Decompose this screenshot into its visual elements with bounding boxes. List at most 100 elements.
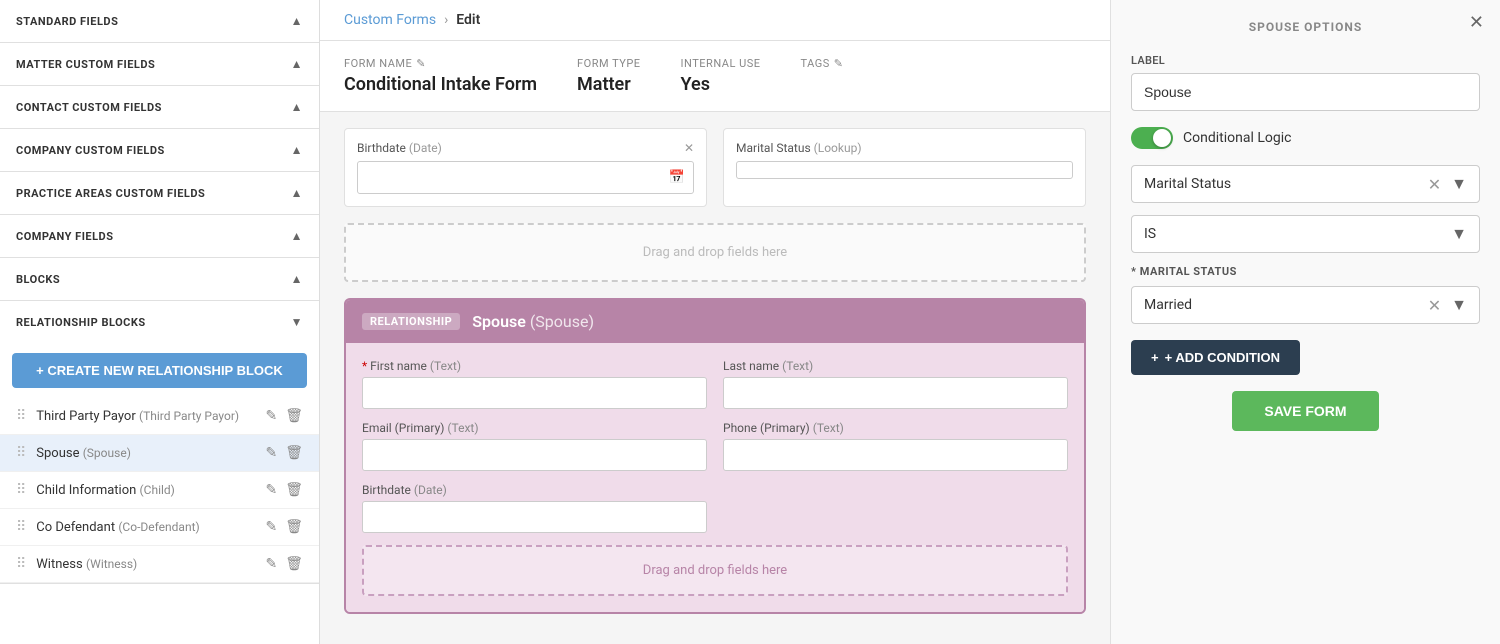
item-sub-third-party-payor: (Third Party Payor) [139, 409, 239, 423]
right-panel: ✕ SPOUSE OPTIONS LABEL Conditional Logic… [1110, 0, 1500, 644]
chevron-up-icon-company: ▲ [291, 143, 303, 157]
relationship-header-spouse: RELATIONSHIP Spouse (Spouse) [346, 300, 1084, 343]
birthdate-input[interactable]: 📅 [357, 161, 694, 194]
drag-handle-icon-witness: ⠿ [16, 556, 26, 572]
rel-field-first-name: * First name (Text) [362, 359, 707, 409]
delete-icon-third-party-payor[interactable]: 🗑 [285, 408, 303, 424]
first-name-input[interactable] [362, 377, 707, 409]
edit-icon-third-party-payor[interactable]: ✎ [265, 408, 277, 424]
add-condition-button[interactable]: + + ADD CONDITION [1131, 340, 1300, 375]
chevron-up-icon-practice: ▲ [291, 186, 303, 200]
sidebar-section-practice-areas-custom-fields: PRACTICE AREAS CUSTOM FIELDS ▲ [0, 172, 319, 215]
phone-label: Phone (Primary) [723, 421, 810, 435]
sidebar-item-standard-fields[interactable]: STANDARD FIELDS ▲ [0, 0, 319, 42]
item-sub-co-defendant: (Co-Defendant) [118, 520, 199, 534]
sidebar-label-blocks: BLOCKS [16, 273, 60, 286]
label-input[interactable] [1131, 73, 1480, 111]
relationship-title-spouse: Spouse (Spouse) [472, 312, 594, 331]
clear-married-icon[interactable]: ✕ [1428, 296, 1441, 315]
marital-status-input[interactable] [736, 161, 1073, 179]
breadcrumb-separator: › [444, 12, 448, 28]
conditional-logic-toggle[interactable] [1131, 127, 1173, 149]
internal-use-value: Yes [681, 74, 761, 95]
chevron-down-icon-condition[interactable]: ▼ [1451, 224, 1467, 244]
list-item-spouse[interactable]: ⠿ Spouse (Spouse) ✎ 🗑 [0, 435, 319, 472]
rel-drop-zone: Drag and drop fields here [362, 545, 1068, 596]
item-label-witness: Witness [36, 557, 82, 572]
rel-field-empty [723, 483, 1068, 533]
create-relationship-block-button[interactable]: + CREATE NEW RELATIONSHIP BLOCK [12, 353, 307, 388]
marital-status-select[interactable]: Marital Status ✕ ▼ [1131, 165, 1480, 203]
sidebar-item-practice-areas-custom-fields[interactable]: PRACTICE AREAS CUSTOM FIELDS ▲ [0, 172, 319, 214]
phone-input[interactable] [723, 439, 1068, 471]
tags-label: TAGS ✎ [801, 57, 844, 70]
form-type-value: Matter [577, 74, 641, 95]
sidebar-section-standard-fields: STANDARD FIELDS ▲ [0, 0, 319, 43]
save-form-button[interactable]: SAVE FORM [1232, 391, 1378, 431]
rel-field-row-name: * First name (Text) Last name (Text) [362, 359, 1068, 409]
edit-icon-witness[interactable]: ✎ [265, 556, 277, 572]
sidebar-item-company-fields[interactable]: COMPANY FIELDS ▲ [0, 215, 319, 257]
condition-operator-value: IS [1144, 226, 1156, 242]
email-label: Email (Primary) [362, 421, 444, 435]
meta-internal-use: INTERNAL USE Yes [681, 57, 761, 95]
list-item-co-defendant[interactable]: ⠿ Co Defendant (Co-Defendant) ✎ 🗑 [0, 509, 319, 546]
calendar-icon: 📅 [669, 170, 685, 185]
sidebar: STANDARD FIELDS ▲ MATTER CUSTOM FIELDS ▲… [0, 0, 320, 644]
rel-field-row-birthdate: Birthdate (Date) [362, 483, 1068, 533]
rel-birthdate-label: Birthdate [362, 483, 411, 497]
field-row-1: Birthdate (Date) ✕ 📅 Marital Status (Loo… [344, 128, 1086, 207]
married-select[interactable]: Married ✕ ▼ [1131, 286, 1480, 324]
meta-form-type: FORM TYPE Matter [577, 57, 641, 95]
close-button[interactable]: ✕ [1469, 12, 1484, 33]
sidebar-item-company-custom-fields[interactable]: COMPANY CUSTOM FIELDS ▲ [0, 129, 319, 171]
edit-icon-form-name[interactable]: ✎ [416, 57, 426, 70]
plus-icon: + [1151, 350, 1159, 365]
drop-zone-1: Drag and drop fields here [344, 223, 1086, 282]
item-label-spouse: Spouse [36, 446, 79, 461]
list-item-witness[interactable]: ⠿ Witness (Witness) ✎ 🗑 [0, 546, 319, 583]
edit-icon-co-defendant[interactable]: ✎ [265, 519, 277, 535]
list-item-third-party-payor[interactable]: ⠿ Third Party Payor (Third Party Payor) … [0, 398, 319, 435]
edit-icon-tags[interactable]: ✎ [834, 57, 844, 70]
form-meta: FORM NAME ✎ Conditional Intake Form FORM… [320, 41, 1110, 112]
chevron-down-icon-married[interactable]: ▼ [1451, 295, 1467, 315]
sidebar-item-blocks[interactable]: BLOCKS ▲ [0, 258, 319, 300]
form-type-label: FORM TYPE [577, 57, 641, 70]
email-input[interactable] [362, 439, 707, 471]
sidebar-label-standard-fields: STANDARD FIELDS [16, 15, 118, 28]
close-icon-birthdate[interactable]: ✕ [684, 141, 694, 155]
list-item-child-information[interactable]: ⠿ Child Information (Child) ✎ 🗑 [0, 472, 319, 509]
edit-icon-spouse[interactable]: ✎ [265, 445, 277, 461]
delete-icon-witness[interactable]: 🗑 [285, 556, 303, 572]
rel-field-last-name: Last name (Text) [723, 359, 1068, 409]
delete-icon-child[interactable]: 🗑 [285, 482, 303, 498]
sidebar-section-blocks: BLOCKS ▲ [0, 258, 319, 301]
rel-field-birthdate: Birthdate (Date) [362, 483, 707, 533]
sidebar-item-matter-custom-fields[interactable]: MATTER CUSTOM FIELDS ▲ [0, 43, 319, 85]
rel-birthdate-input[interactable] [362, 501, 707, 533]
sidebar-label-company-custom-fields: COMPANY CUSTOM FIELDS [16, 144, 165, 157]
sidebar-section-contact-custom-fields: CONTACT CUSTOM FIELDS ▲ [0, 86, 319, 129]
first-name-label: First name [370, 359, 427, 373]
breadcrumb-parent[interactable]: Custom Forms [344, 12, 436, 28]
sidebar-item-contact-custom-fields[interactable]: CONTACT CUSTOM FIELDS ▲ [0, 86, 319, 128]
internal-use-label: INTERNAL USE [681, 57, 761, 70]
marital-status-type: (Lookup) [814, 141, 862, 155]
last-name-input[interactable] [723, 377, 1068, 409]
main-content: Custom Forms › Edit FORM NAME ✎ Conditio… [320, 0, 1110, 644]
relationship-body-spouse: * First name (Text) Last name (Text) [346, 343, 1084, 612]
form-name-value: Conditional Intake Form [344, 74, 537, 95]
item-label-child-information: Child Information [36, 483, 136, 498]
chevron-down-icon-marital-status[interactable]: ▼ [1451, 174, 1467, 194]
edit-icon-child[interactable]: ✎ [265, 482, 277, 498]
sidebar-item-relationship-blocks[interactable]: RELATIONSHIP BLOCKS ▼ [0, 301, 319, 343]
sidebar-label-contact-custom-fields: CONTACT CUSTOM FIELDS [16, 101, 162, 114]
delete-icon-spouse[interactable]: 🗑 [285, 445, 303, 461]
marital-status-label: Marital Status [736, 141, 811, 155]
breadcrumb-current: Edit [456, 12, 480, 28]
clear-marital-status-icon[interactable]: ✕ [1428, 175, 1441, 194]
field-box-birthdate: Birthdate (Date) ✕ 📅 [344, 128, 707, 207]
condition-operator-select[interactable]: IS ▼ [1131, 215, 1480, 253]
delete-icon-co-defendant[interactable]: 🗑 [285, 519, 303, 535]
